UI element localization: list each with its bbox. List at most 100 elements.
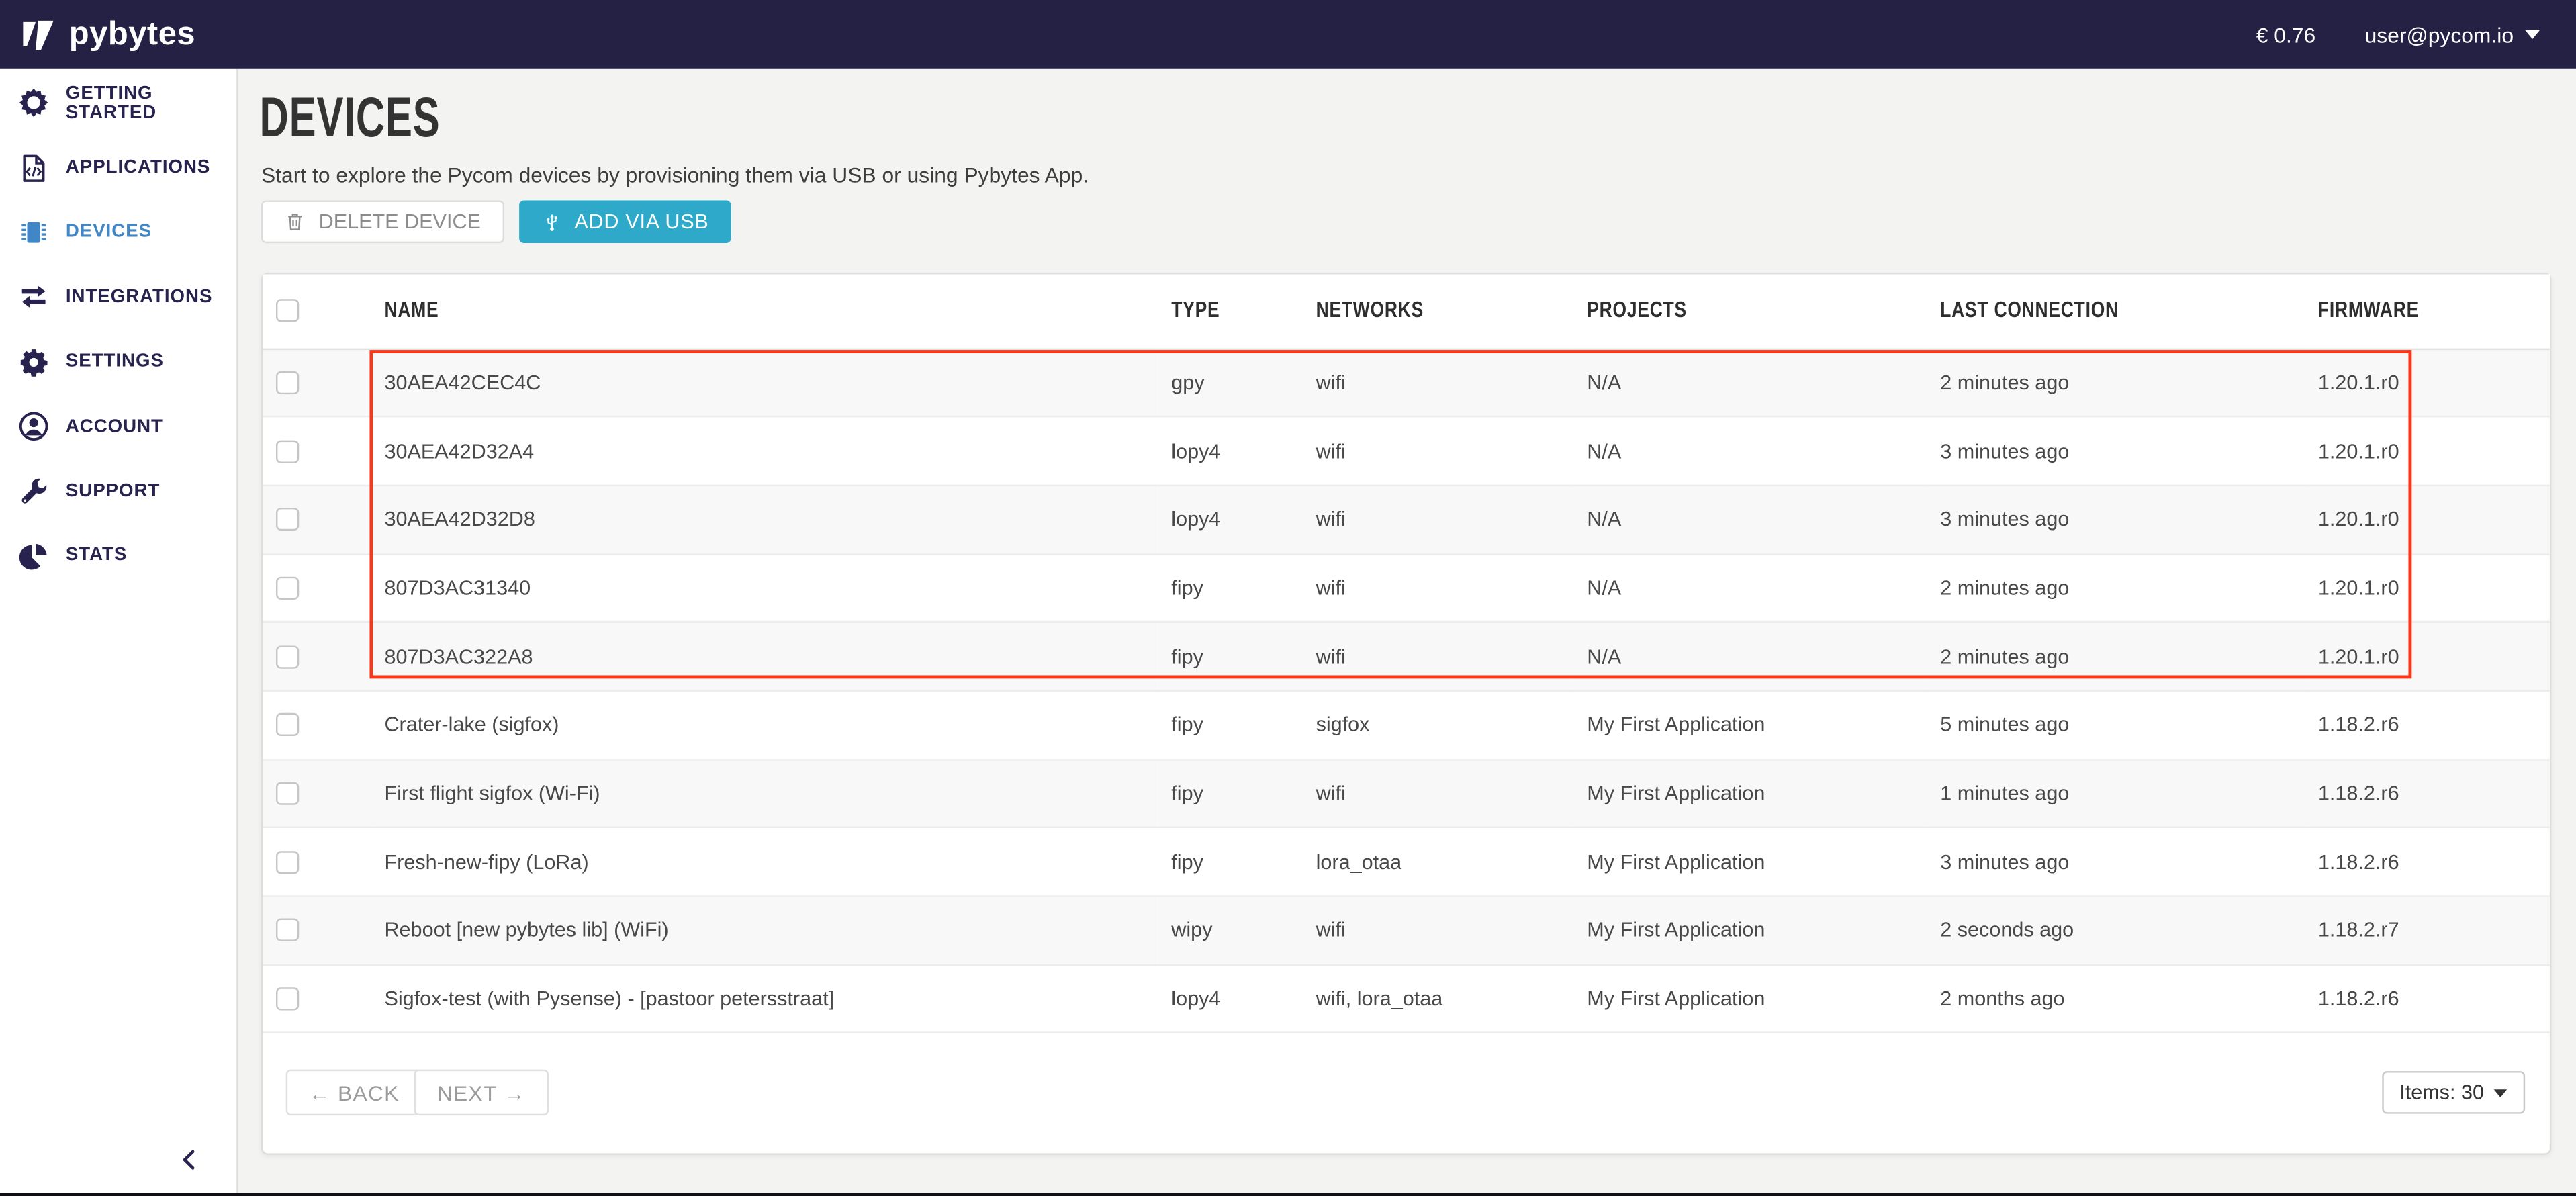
row-checkbox-cell bbox=[263, 417, 371, 486]
table-row[interactable]: 807D3AC31340fipywifiN/A2 minutes ago1.20… bbox=[263, 554, 2549, 623]
row-checkbox[interactable] bbox=[276, 850, 299, 873]
table-row[interactable]: 30AEA42CEC4CgpywifiN/A2 minutes ago1.20.… bbox=[263, 349, 2549, 417]
user-circle-icon bbox=[18, 411, 49, 442]
row-checkbox[interactable] bbox=[276, 371, 299, 394]
sidebar-item-devices[interactable]: DEVICES bbox=[0, 200, 236, 265]
table-row[interactable]: First flight sigfox (Wi-Fi)fipywifiMy Fi… bbox=[263, 760, 2549, 828]
cell-projects: My First Application bbox=[1574, 896, 1927, 965]
cell-projects: My First Application bbox=[1574, 760, 1927, 828]
add-via-usb-label: ADD VIA USB bbox=[574, 210, 708, 233]
row-checkbox[interactable] bbox=[276, 508, 299, 531]
pybytes-logo[interactable]: pybytes bbox=[23, 15, 195, 53]
cell-type: gpy bbox=[1158, 349, 1303, 417]
items-per-page-label: Items: 30 bbox=[2399, 1081, 2484, 1104]
cell-type: fipy bbox=[1158, 623, 1303, 691]
table-row[interactable]: Reboot [new pybytes lib] (WiFi)wipywifiM… bbox=[263, 896, 2549, 965]
cell-firmware: 1.18.2.r6 bbox=[2305, 965, 2550, 1033]
pybytes-logo-icon bbox=[23, 19, 57, 50]
trash-icon bbox=[284, 210, 306, 233]
sidebar-item-label: SETTINGS bbox=[66, 352, 164, 371]
cell-networks: wifi bbox=[1303, 623, 1574, 691]
cell-firmware: 1.20.1.r0 bbox=[2305, 623, 2550, 691]
sidebar-collapse-button[interactable] bbox=[177, 1147, 220, 1183]
row-checkbox[interactable] bbox=[276, 987, 299, 1010]
row-checkbox[interactable] bbox=[276, 713, 299, 736]
row-checkbox[interactable] bbox=[276, 645, 299, 668]
column-header-networks: NETWORKS bbox=[1303, 275, 1574, 349]
column-header-firmware: FIRMWARE bbox=[2305, 275, 2550, 349]
cell-projects: N/A bbox=[1574, 349, 1927, 417]
cell-projects: My First Application bbox=[1574, 965, 1927, 1033]
cell-projects: N/A bbox=[1574, 554, 1927, 623]
sidebar-item-getting-started[interactable]: GETTING STARTED bbox=[0, 71, 236, 135]
sidebar-item-label: GETTING STARTED bbox=[66, 83, 236, 123]
wrench-icon bbox=[18, 475, 49, 506]
add-via-usb-button[interactable]: ADD VIA USB bbox=[518, 200, 732, 243]
select-all-checkbox[interactable] bbox=[276, 300, 299, 322]
table-row[interactable]: Crater-lake (sigfox)fipysigfoxMy First A… bbox=[263, 691, 2549, 760]
cell-projects: My First Application bbox=[1574, 828, 1927, 896]
cell-firmware: 1.18.2.r6 bbox=[2305, 691, 2550, 760]
sidebar-item-support[interactable]: SUPPORT bbox=[0, 459, 236, 523]
delete-device-button[interactable]: DELETE DEVICE bbox=[261, 200, 504, 243]
cell-type: fipy bbox=[1158, 691, 1303, 760]
cell-firmware: 1.20.1.r0 bbox=[2305, 554, 2550, 623]
pybytes-logo-text: pybytes bbox=[69, 15, 195, 53]
row-checkbox-cell bbox=[263, 896, 371, 965]
usb-icon bbox=[541, 208, 561, 236]
sidebar-item-label: SUPPORT bbox=[66, 481, 160, 501]
row-checkbox-cell bbox=[263, 349, 371, 417]
cell-networks: wifi bbox=[1303, 760, 1574, 828]
cell-last-connection: 5 minutes ago bbox=[1927, 691, 2305, 760]
cell-type: lopy4 bbox=[1158, 965, 1303, 1033]
cell-last-connection: 1 minutes ago bbox=[1927, 760, 2305, 828]
back-button[interactable]: ← BACK bbox=[286, 1070, 422, 1116]
sidebar-item-applications[interactable]: APPLICATIONS bbox=[0, 136, 236, 200]
sidebar-item-integrations[interactable]: INTEGRATIONS bbox=[0, 265, 236, 329]
code-file-icon bbox=[18, 152, 49, 183]
cell-projects: N/A bbox=[1574, 486, 1927, 554]
delete-device-label: DELETE DEVICE bbox=[319, 210, 481, 233]
column-header-type: TYPE bbox=[1158, 275, 1303, 349]
row-checkbox[interactable] bbox=[276, 439, 299, 462]
cell-last-connection: 2 seconds ago bbox=[1927, 896, 2305, 965]
sidebar-item-stats[interactable]: STATS bbox=[0, 524, 236, 588]
cell-name: 30AEA42D32D8 bbox=[371, 486, 1158, 554]
sidebar-item-settings[interactable]: SETTINGS bbox=[0, 330, 236, 394]
cell-projects: My First Application bbox=[1574, 691, 1927, 760]
table-row[interactable]: Sigfox-test (with Pysense) - [pastoor pe… bbox=[263, 965, 2549, 1033]
cell-firmware: 1.20.1.r0 bbox=[2305, 349, 2550, 417]
table-row[interactable]: 30AEA42D32D8lopy4wifiN/A3 minutes ago1.2… bbox=[263, 486, 2549, 554]
table-row[interactable]: 30AEA42D32A4lopy4wifiN/A3 minutes ago1.2… bbox=[263, 417, 2549, 486]
row-checkbox-cell bbox=[263, 965, 371, 1033]
sidebar-item-label: ACCOUNT bbox=[66, 417, 163, 436]
chip-icon bbox=[18, 217, 49, 248]
sidebar-item-account[interactable]: ACCOUNT bbox=[0, 394, 236, 459]
cell-type: lopy4 bbox=[1158, 486, 1303, 554]
table-row[interactable]: Fresh-new-fipy (LoRa)fipylora_otaaMy Fir… bbox=[263, 828, 2549, 896]
row-checkbox[interactable] bbox=[276, 576, 299, 599]
row-checkbox[interactable] bbox=[276, 782, 299, 804]
cell-last-connection: 2 minutes ago bbox=[1927, 349, 2305, 417]
cell-projects: N/A bbox=[1574, 623, 1927, 691]
items-per-page-dropdown[interactable]: Items: 30 bbox=[2381, 1071, 2525, 1114]
user-menu[interactable]: user@pycom.io bbox=[2365, 22, 2540, 47]
row-checkbox-cell bbox=[263, 554, 371, 623]
row-checkbox[interactable] bbox=[276, 919, 299, 941]
cell-networks: wifi bbox=[1303, 349, 1574, 417]
cell-networks: sigfox bbox=[1303, 691, 1574, 760]
cell-networks: wifi bbox=[1303, 896, 1574, 965]
app-root: pybytes € 0.76 user@pycom.io GETTING STA… bbox=[0, 0, 2576, 1196]
next-button[interactable]: NEXT → bbox=[414, 1070, 549, 1116]
cell-firmware: 1.18.2.r7 bbox=[2305, 896, 2550, 965]
cell-name: 807D3AC322A8 bbox=[371, 623, 1158, 691]
balance-amount[interactable]: € 0.76 bbox=[2256, 22, 2315, 47]
cell-last-connection: 3 minutes ago bbox=[1927, 828, 2305, 896]
chevron-left-icon bbox=[177, 1147, 220, 1173]
sidebar-item-label: INTEGRATIONS bbox=[66, 287, 213, 307]
cell-networks: lora_otaa bbox=[1303, 828, 1574, 896]
cell-networks: wifi bbox=[1303, 486, 1574, 554]
table-row[interactable]: 807D3AC322A8fipywifiN/A2 minutes ago1.20… bbox=[263, 623, 2549, 691]
devices-table-card: NAME TYPE NETWORKS PROJECTS LAST CONNECT… bbox=[261, 273, 2551, 1155]
cell-firmware: 1.20.1.r0 bbox=[2305, 417, 2550, 486]
